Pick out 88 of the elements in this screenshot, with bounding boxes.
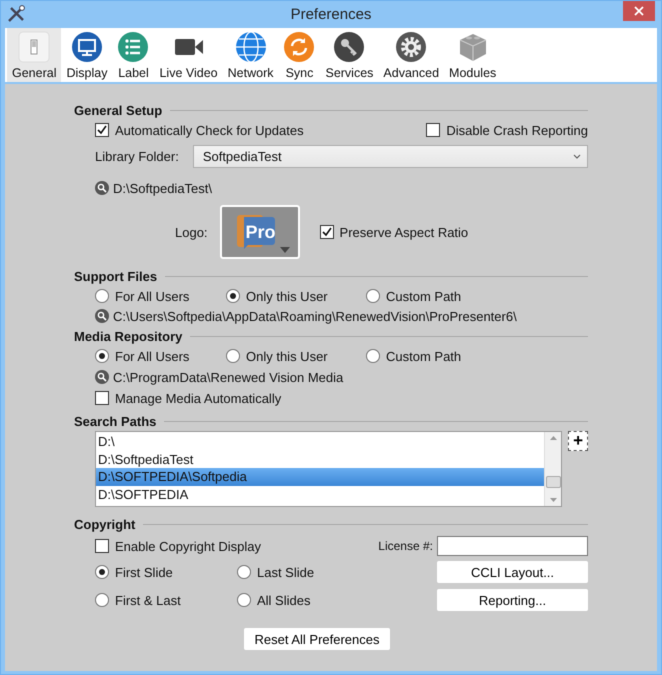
- radio-label: All Slides: [257, 592, 310, 608]
- toolbar-tab[interactable]: Services: [320, 28, 378, 82]
- list-item[interactable]: D:\SoftpediaTest: [96, 450, 544, 468]
- radio-option[interactable]: First & Last: [95, 592, 181, 608]
- folder-path: C:\ProgramData\Renewed Vision Media: [113, 370, 344, 384]
- switch-icon: [18, 31, 50, 63]
- toolbar-tab[interactable]: Network: [222, 28, 278, 82]
- list-icon: [117, 31, 150, 63]
- radio-button[interactable]: [226, 349, 240, 363]
- radio-button[interactable]: [366, 349, 380, 363]
- toolbar-tab[interactable]: Sync: [278, 28, 320, 82]
- radio-label: For All Users: [115, 348, 190, 364]
- radio-label: First & Last: [115, 592, 181, 608]
- scrollbar[interactable]: [544, 432, 562, 506]
- scrollbar-thumb[interactable]: [546, 476, 562, 488]
- checkbox[interactable]: [95, 539, 109, 553]
- checkbox[interactable]: [95, 391, 109, 405]
- logo-text: Pro: [246, 222, 276, 242]
- radio-label: Only this User: [246, 348, 328, 364]
- toolbar-tab[interactable]: General: [7, 28, 62, 82]
- radio-button[interactable]: [95, 349, 109, 363]
- radio-button[interactable]: [95, 565, 109, 579]
- radio-button[interactable]: [226, 289, 240, 303]
- radio-option[interactable]: Custom Path: [366, 288, 588, 304]
- radio-label: First Slide: [115, 564, 173, 580]
- scroll-down-icon[interactable]: [550, 498, 557, 502]
- field-label: Library Folder:: [95, 148, 179, 164]
- sync-icon: [283, 31, 316, 63]
- add-button[interactable]: +: [568, 431, 588, 451]
- close-icon: [634, 6, 644, 16]
- reset-button[interactable]: Reset All Preferences: [244, 628, 390, 650]
- radio-button[interactable]: [95, 593, 109, 607]
- window-title: Preferences: [290, 6, 372, 23]
- toolbar-tab[interactable]: Display: [61, 28, 112, 82]
- license-field[interactable]: [437, 536, 588, 556]
- search-icon[interactable]: [95, 370, 109, 384]
- field-label: Logo:: [175, 224, 208, 240]
- search-icon[interactable]: [95, 181, 109, 195]
- section-heading: Support Files: [74, 268, 158, 284]
- list-item[interactable]: D:\SOFTPEDIA: [96, 486, 544, 503]
- tools-icon: [7, 5, 25, 23]
- library-folder-dropdown[interactable]: SoftpediaTest: [192, 144, 588, 168]
- radio-option[interactable]: For All Users: [95, 288, 226, 304]
- checkbox[interactable]: [95, 123, 109, 137]
- radio-option[interactable]: Last Slide: [237, 564, 314, 580]
- radio-label: Only this User: [246, 288, 328, 304]
- section-heading: Search Paths: [74, 414, 156, 428]
- monitor-icon: [70, 31, 103, 63]
- scroll-up-icon[interactable]: [550, 436, 557, 440]
- dialog-button[interactable]: Reporting...: [437, 589, 588, 611]
- key-icon: [333, 31, 366, 63]
- radio-label: For All Users: [115, 288, 190, 304]
- close-button[interactable]: [623, 1, 655, 21]
- radio-option[interactable]: First Slide: [95, 564, 173, 580]
- caret-icon: [573, 154, 581, 158]
- checkbox[interactable]: [426, 123, 440, 137]
- radio-button[interactable]: [237, 565, 251, 579]
- radio-option[interactable]: Custom Path: [366, 348, 588, 364]
- radio-label: Custom Path: [386, 288, 462, 304]
- radio-button[interactable]: [237, 593, 251, 607]
- gear-icon: [395, 31, 428, 63]
- radio-label: Last Slide: [257, 564, 314, 580]
- globe-icon: [234, 31, 267, 63]
- radio-button[interactable]: [366, 289, 380, 303]
- radio-label: Custom Path: [386, 348, 462, 364]
- toolbar-tab[interactable]: Modules: [444, 28, 502, 82]
- checkbox[interactable]: [320, 225, 334, 239]
- logo-picker[interactable]: Pro: [220, 205, 300, 259]
- dialog-button[interactable]: CCLI Layout...: [437, 561, 588, 583]
- list-item[interactable]: D:\: [96, 433, 544, 450]
- radio-option[interactable]: Only this User: [226, 288, 366, 304]
- section-heading: Media Repository: [74, 328, 182, 344]
- field-label: License #:: [378, 539, 433, 553]
- list-item[interactable]: D:\SOFTPEDIA\Softpedia: [96, 468, 544, 486]
- folder-path: D:\SoftpediaTest\: [113, 180, 212, 196]
- radio-option[interactable]: Only this User: [226, 348, 366, 364]
- radio-option[interactable]: All Slides: [237, 592, 310, 608]
- toolbar-tab[interactable]: Label: [112, 28, 154, 82]
- radio-option[interactable]: For All Users: [95, 348, 226, 364]
- caret-icon: [280, 247, 290, 253]
- section-heading: Copyright: [74, 516, 136, 532]
- toolbar-tab[interactable]: Advanced: [378, 28, 444, 82]
- toolbar-tab[interactable]: Live Video: [154, 28, 223, 82]
- logo-icon: [236, 213, 276, 251]
- folder-path: C:\Users\Softpedia\AppData\Roaming\RenewedVision\ProPresenter6\: [113, 308, 517, 324]
- section-heading: General Setup: [74, 102, 162, 118]
- search-icon[interactable]: [95, 309, 109, 323]
- radio-button[interactable]: [95, 289, 109, 303]
